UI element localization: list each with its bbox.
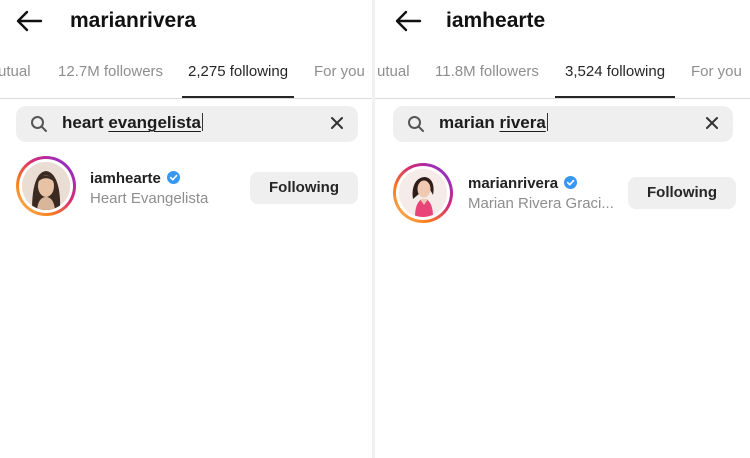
profile-username: iamhearte xyxy=(446,9,546,32)
tab-for-you[interactable]: For you xyxy=(691,58,742,96)
profile-panel-marianrivera: marianrivera utual 12.7M followers 2,275… xyxy=(0,0,372,458)
clear-icon[interactable] xyxy=(330,116,344,130)
search-query: marian rivera xyxy=(439,113,548,133)
verified-badge-icon xyxy=(166,171,180,184)
clear-icon[interactable] xyxy=(705,116,719,130)
search-query-word-underlined: evangelista xyxy=(108,113,201,132)
tab-followers[interactable]: 12.7M followers xyxy=(58,58,163,96)
profile-username: marianrivera xyxy=(70,9,197,32)
text-cursor xyxy=(546,113,548,131)
tab-mutual[interactable]: utual xyxy=(377,58,410,96)
tab-followers[interactable]: 11.8M followers xyxy=(435,58,539,96)
back-arrow-icon[interactable] xyxy=(393,8,423,34)
comparison-screenshot: marianrivera utual 12.7M followers 2,275… xyxy=(0,0,750,458)
search-query: heart evangelista xyxy=(62,113,203,133)
search-input[interactable]: heart evangelista xyxy=(16,106,358,142)
search-query-word: heart xyxy=(62,113,104,132)
following-button[interactable]: Following xyxy=(250,172,358,204)
tab-for-you[interactable]: For you xyxy=(314,58,365,96)
tab-following[interactable]: 2,275 following xyxy=(182,58,295,98)
list-item[interactable]: marianrivera Marian Rivera Graci... Foll… xyxy=(375,156,750,223)
result-username: marianrivera xyxy=(468,175,578,192)
list-item[interactable]: iamhearte Heart Evangelista Following xyxy=(0,156,372,222)
avatar[interactable] xyxy=(16,156,76,216)
result-handle: iamhearte xyxy=(90,170,161,187)
verified-badge-icon xyxy=(564,176,578,189)
search-icon xyxy=(31,116,47,132)
following-tabs: utual 12.7M followers 2,275 following Fo… xyxy=(0,58,372,99)
search-query-word-underlined: rivera xyxy=(499,113,546,132)
tab-mutual[interactable]: utual xyxy=(0,58,31,96)
avatar-photo xyxy=(22,162,70,210)
back-arrow-icon[interactable] xyxy=(14,8,44,34)
result-username: iamhearte xyxy=(90,170,180,187)
avatar[interactable] xyxy=(393,163,453,223)
tab-following[interactable]: 3,524 following xyxy=(555,58,676,98)
search-input[interactable]: marian rivera xyxy=(393,106,733,142)
text-cursor xyxy=(201,113,203,131)
result-full-name: Heart Evangelista xyxy=(90,190,209,207)
profile-panel-iamhearte: iamhearte utual 11.8M followers 3,524 fo… xyxy=(375,0,750,458)
avatar-photo xyxy=(399,169,447,217)
search-query-word: marian xyxy=(439,113,495,132)
result-handle: marianrivera xyxy=(468,175,559,192)
following-button[interactable]: Following xyxy=(628,177,736,209)
result-full-name: Marian Rivera Graci... xyxy=(468,195,614,212)
search-icon xyxy=(408,116,424,132)
following-tabs: utual 11.8M followers 3,524 following Fo… xyxy=(375,58,750,99)
